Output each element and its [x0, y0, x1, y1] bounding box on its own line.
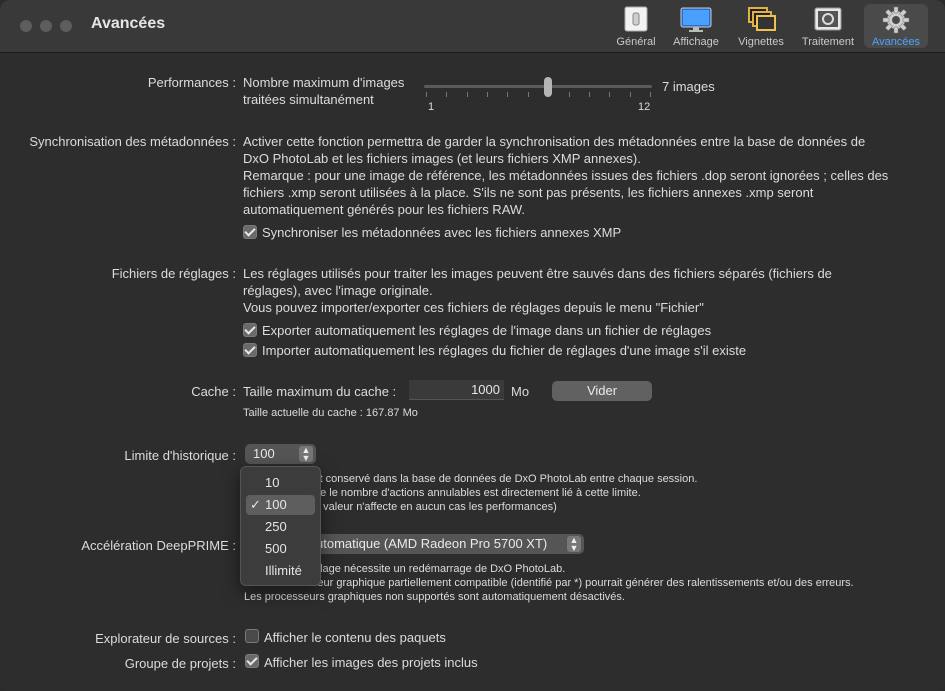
slider-tick — [568, 92, 570, 97]
sync-line: DxO PhotoLab et les fichiers images (et … — [243, 151, 641, 166]
slider-tick — [609, 92, 611, 97]
checkmark-icon: ✓ — [250, 497, 261, 512]
show-package-contents-checkbox[interactable] — [245, 629, 259, 643]
deepprime-note-line: ourour processeur graphique partiellemen… — [244, 577, 854, 589]
slider-tick — [629, 92, 631, 97]
slider-tick — [527, 92, 529, 97]
settings-files-line: Les réglages utilisés pour traiter les i… — [243, 266, 832, 281]
settings-files-label: Fichiers de réglages : — [111, 266, 236, 281]
menu-option-100[interactable]: ✓ 100 — [246, 495, 315, 515]
history-limit-popup[interactable]: 100 ▲ ▼ — [245, 444, 316, 464]
import-settings-checkbox-label: Importer automatiquement les réglages du… — [262, 343, 747, 358]
cache-label: Cache : — [191, 384, 236, 399]
history-note-line: e valeur n'affecte en aucun cas les perf… — [314, 501, 557, 513]
tab-traitement[interactable]: Traitement — [797, 4, 859, 48]
settings-files-line: Vous pouvez importer/exporter ces fichie… — [243, 300, 704, 315]
cache-unit: Mo — [511, 384, 530, 399]
history-limit-value: 100 — [253, 446, 275, 461]
history-note-line: st conservé dans la base de données de D… — [314, 473, 698, 485]
menu-option-illimite[interactable]: Illimité — [246, 561, 315, 581]
cache-size-input[interactable]: 1000 — [409, 380, 504, 400]
tab-vignettes[interactable]: Vignettes — [732, 4, 790, 48]
cache-current-size: Taille actuelle du cache : 167.87 Mo — [243, 407, 418, 419]
tab-affichage[interactable]: Affichage — [668, 4, 724, 48]
sync-xmp-checkbox-label: Synchroniser les métadonnées avec les fi… — [262, 225, 622, 240]
deepprime-value: utomatique (AMD Radeon Pro 5700 XT) — [316, 536, 548, 551]
show-included-projects-label: Afficher les images des projets inclus — [264, 655, 478, 670]
slider-tick — [446, 92, 448, 97]
slider-tick — [466, 92, 468, 97]
sync-line: automatiquement générés pour les fichier… — [243, 202, 526, 217]
import-settings-checkbox[interactable] — [243, 343, 257, 357]
thumbnails-icon — [748, 7, 776, 31]
menu-option-250[interactable]: 250 — [246, 517, 315, 537]
deepprime-popup[interactable]: utomatique (AMD Radeon Pro 5700 XT) ▲ ▼ — [300, 534, 584, 554]
performances-slider-track[interactable] — [424, 85, 652, 88]
slider-tick — [588, 92, 590, 97]
deepprime-note-line: glage nécessite un redémarrage de DxO Ph… — [314, 563, 566, 575]
sync-line: fichiers .xmp seront utilisées à la plac… — [243, 185, 814, 200]
tab-general[interactable]: Général — [612, 4, 660, 48]
popup-stepper-icon: ▲ ▼ — [567, 536, 581, 553]
slider-max-label: 12 — [638, 101, 651, 113]
show-package-contents-label: Afficher le contenu des paquets — [264, 630, 446, 645]
zoom-window-button[interactable] — [60, 20, 72, 32]
history-label: Limite d'historique : — [124, 448, 236, 463]
window-title: Avancées — [91, 15, 166, 32]
export-settings-checkbox[interactable] — [243, 323, 257, 337]
cache-size-label: Taille maximum du cache : — [243, 384, 397, 399]
menu-option-10[interactable]: 10 — [246, 473, 315, 493]
settings-files-line: réglages), avec l'image originale. — [243, 283, 433, 298]
slider-value-label: 7 images — [662, 79, 715, 94]
projects-label: Groupe de projets : — [124, 656, 236, 671]
preferences-window: Avancées Général Affichage Vignettes Tra… — [0, 0, 945, 691]
gear-icon — [882, 6, 910, 34]
export-settings-checkbox-label: Exporter automatiquement les réglages de… — [262, 323, 712, 338]
performances-desc-line1: Nombre maximum d'images — [243, 75, 405, 90]
sync-line: Activer cette fonction permettra de gard… — [243, 134, 866, 149]
slider-tick — [650, 92, 651, 97]
show-included-projects-checkbox[interactable] — [245, 654, 259, 668]
close-window-button[interactable] — [20, 20, 32, 32]
processing-icon — [814, 7, 842, 31]
history-limit-menu: 10 ✓ 100 250 500 Illimité — [240, 466, 321, 586]
history-note-line: ue le nombre d'actions annulables est di… — [314, 487, 641, 499]
slider-tick — [507, 92, 509, 97]
popup-stepper-icon: ▲ ▼ — [299, 446, 313, 463]
menu-option-500[interactable]: 500 — [246, 539, 315, 559]
switch-icon — [624, 6, 648, 32]
performances-label: Performances : — [147, 75, 236, 90]
slider-tick — [487, 92, 489, 97]
monitor-icon — [680, 7, 712, 32]
sync-line: Remarque : pour une image de référence, … — [243, 168, 889, 183]
sync-xmp-checkbox[interactable] — [243, 225, 257, 239]
clear-cache-button[interactable]: Vider — [552, 381, 652, 401]
slider-min-label: 1 — [428, 101, 435, 113]
tab-avancees[interactable]: Avancées — [864, 4, 928, 48]
performances-desc-line2: traitées simultanément — [243, 92, 374, 107]
slider-tick — [426, 92, 427, 97]
explorer-label: Explorateur de sources : — [95, 631, 236, 646]
minimize-window-button[interactable] — [40, 20, 52, 32]
title-bar: Avancées Général Affichage Vignettes Tra… — [0, 0, 945, 53]
performances-slider-knob[interactable] — [544, 77, 553, 97]
sync-label: Synchronisation des métadonnées : — [29, 134, 236, 149]
deepprime-note-line: Les processeurs graphiques non supportés… — [244, 591, 625, 603]
deepprime-label: Accélération DeepPRIME : — [81, 538, 236, 553]
